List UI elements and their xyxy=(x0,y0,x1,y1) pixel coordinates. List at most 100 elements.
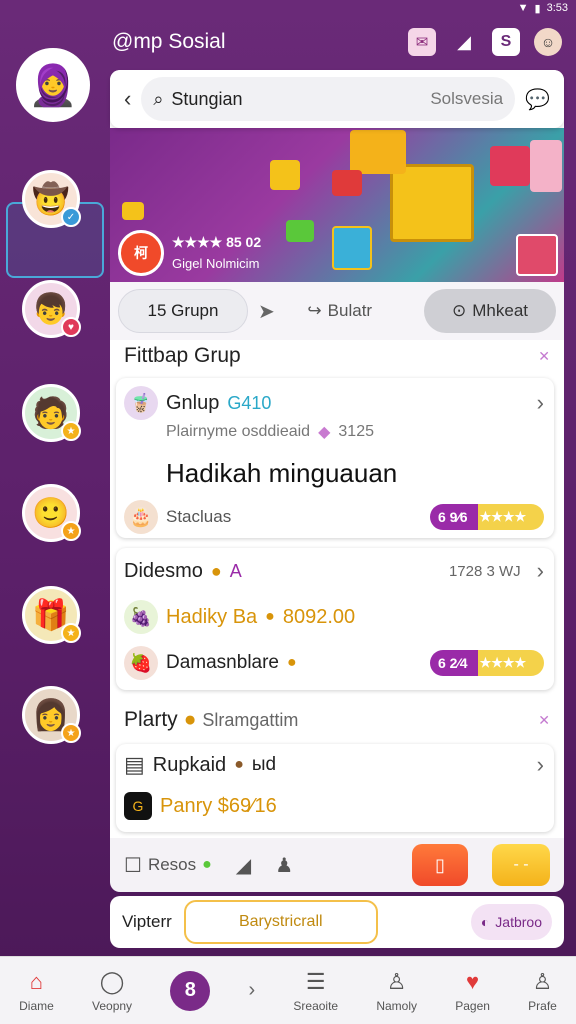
fruit-icon: 🍇 xyxy=(124,600,158,634)
card-line2: Damasnblare xyxy=(166,652,279,673)
search-hint: Solsvesia xyxy=(430,89,504,108)
list-icon: ☰ xyxy=(305,968,326,994)
avatar-contact-1[interactable]: 🤠 ✓ xyxy=(22,170,81,228)
status-bar: ▼ ▮ 3:53 xyxy=(518,0,568,16)
star-rating-icon: ★★★★ xyxy=(479,655,527,670)
cube-graphic xyxy=(286,220,314,242)
home-icon: ⌂ xyxy=(29,968,44,994)
rating-value: 6 2⁄4 xyxy=(438,655,468,671)
card-line1: Rupkaid xyxy=(152,753,227,776)
nav-item-home[interactable]: ⌂ Diame xyxy=(19,969,54,1013)
star-badge-icon: ★ xyxy=(61,521,81,541)
party-card[interactable]: ▤ Rupkaid ● ыd › G Panry $69⁄16 xyxy=(116,744,554,832)
banner-subtitle: Gigel Nolmicim xyxy=(172,256,260,271)
coin-icon: ● xyxy=(287,654,297,671)
nav-label: Diame xyxy=(19,998,54,1013)
nav-item-favorites[interactable]: ♥ Pagen xyxy=(455,969,490,1013)
group-card[interactable]: Didesmo ● A 1728 3 WJ › 🍇 Hadiky Ba ● 80… xyxy=(116,548,554,690)
avatar-main[interactable]: 🧕 xyxy=(16,48,90,122)
coin-icon: ● xyxy=(265,608,275,625)
card-desc: Plairnyme osddieaid xyxy=(166,423,311,440)
bottom-nav: ⌂ Diame ◯ Veopny 8 › ☰ Sreaoite ♙ Namoly… xyxy=(0,956,576,1024)
filter-row: 15 Grupn ➤ ↪ Bulatr ⊙ Mhkeat xyxy=(110,282,564,340)
section-subtitle: Slramgattim xyxy=(202,709,299,730)
nav-item-center[interactable]: 8 xyxy=(170,970,211,1011)
nav-label: Prafe xyxy=(528,998,557,1013)
chevron-right-icon[interactable]: › xyxy=(537,390,544,416)
avatar-contact-3[interactable]: 🧑 ★ xyxy=(22,384,81,442)
nav-label: Sreaoite xyxy=(293,998,339,1013)
strip-left-label: Vipterr xyxy=(122,912,172,931)
chevron-right-icon[interactable]: › xyxy=(537,752,544,778)
nav-item-people[interactable]: ♙ Namoly xyxy=(376,969,417,1013)
collapse-icon[interactable]: ✕ xyxy=(538,712,550,729)
rating-value: 6 9⁄6 xyxy=(438,509,468,525)
filter-chip-bulatr[interactable]: ↪ Bulatr xyxy=(285,289,395,333)
green-dot-icon: ● xyxy=(202,856,212,873)
filter-chip-mhkeat[interactable]: ⊙ Mhkeat xyxy=(424,289,556,333)
chevron-right-icon[interactable]: › xyxy=(537,558,544,584)
collapse-icon[interactable]: ✕ xyxy=(538,348,550,365)
badge-icon: ◐ xyxy=(480,914,490,930)
nav-item-profile[interactable]: ♙ Prafe xyxy=(528,969,557,1013)
bookmark-button[interactable]: ▯ xyxy=(412,844,468,886)
nav-item-chat[interactable]: ◯ Veopny xyxy=(92,969,132,1013)
avatar-contact-6[interactable]: 👩 ★ xyxy=(22,686,81,744)
message-icon[interactable]: ✉ xyxy=(408,28,436,56)
card-line1: Hadiky Ba xyxy=(166,605,258,628)
group-card[interactable]: 🧋 Gnlup G410 › Plairnyme osddieaid ◆ 312… xyxy=(116,378,554,538)
avatar-contact-5[interactable]: 🎁 ★ xyxy=(22,586,81,644)
heart-pin-icon: ♥ xyxy=(466,968,480,994)
section-title: Fittbap Grup xyxy=(124,344,241,367)
chat-bubble-icon: ◯ xyxy=(99,968,125,994)
nav-item-feed[interactable]: ☰ Sreaoite xyxy=(293,969,338,1013)
s-app-icon[interactable]: S xyxy=(492,28,520,56)
search-icon: ⌕ xyxy=(153,88,164,109)
card-header-row: Didesmo ● A 1728 3 WJ › xyxy=(124,558,544,584)
cube-graphic xyxy=(332,170,362,196)
battery-icon: ▮ xyxy=(534,2,541,15)
search-input[interactable]: ⌕ Stungian Solsvesia xyxy=(141,77,516,121)
strip-main-button[interactable]: Barystricrall xyxy=(183,900,378,944)
nav-label: Pagen xyxy=(455,998,490,1013)
signal-bars-icon: ◢ xyxy=(457,31,471,52)
avatar-contact-4[interactable]: 🙂 ★ xyxy=(22,484,81,542)
star-badge-icon: ★ xyxy=(61,623,81,643)
center-action-button: 8 xyxy=(170,970,211,1011)
strip-right-button[interactable]: ◐ Jatbroo xyxy=(470,904,552,940)
chat-icon[interactable]: 💬 xyxy=(525,87,550,112)
tag-icon[interactable]: ◢ xyxy=(236,853,251,878)
calendar-icon: ▤ xyxy=(124,752,145,777)
card-line-row: G Panry $69⁄16 xyxy=(124,792,544,820)
card-desc-row: Plairnyme osddieaid ◆ 3125 xyxy=(166,422,544,442)
section-title: Plarty xyxy=(124,708,178,731)
profile-icon: ♙ xyxy=(532,968,553,994)
more-button[interactable]: - - xyxy=(492,844,550,886)
promo-banner[interactable]: 柯 ★★★★ 85 02 Gigel Nolmicim xyxy=(110,128,564,282)
card-line1-suffix: ыd xyxy=(251,754,277,775)
card-status-row: 🎂 Stacluas 6 9⁄6 ★★★★ xyxy=(124,500,544,534)
cube-graphic xyxy=(270,160,300,190)
left-rail: 🧕 🤠 ✓ 👦 ♥ 🧑 ★ 🙂 ★ 🎁 ★ 👩 ★ xyxy=(0,40,104,950)
checkbox-icon[interactable]: ☐ xyxy=(124,853,142,878)
profile-avatar-icon[interactable]: ☺ xyxy=(534,28,562,56)
top-icons: ✉ ◢ S ☺ xyxy=(408,28,562,56)
card-title-accent: G410 xyxy=(227,392,272,413)
action-label: Resos xyxy=(147,855,197,874)
action-bar: ☐ Resos ● ◢ ♟ ▯ - - xyxy=(110,838,564,892)
fruit-icon: 🍓 xyxy=(124,646,158,680)
nav-label: Veopny xyxy=(92,998,133,1013)
banner-thumbnail[interactable] xyxy=(516,234,558,276)
share-icon: ↪ xyxy=(307,301,322,320)
filter-chip-groups[interactable]: 15 Grupn xyxy=(118,289,248,333)
card-line-row: 🍇 Hadiky Ba ● 8092.00 xyxy=(124,600,544,634)
back-icon[interactable]: ‹ xyxy=(124,86,131,112)
person-icon[interactable]: ♟ xyxy=(275,853,293,878)
cube-graphic xyxy=(332,226,372,270)
avatar-contact-2[interactable]: 👦 ♥ xyxy=(22,280,81,338)
card-title-accent: A xyxy=(229,560,242,581)
card-big-row: Hadikah minguauan xyxy=(166,458,544,489)
card-title: Didesmo xyxy=(124,559,203,582)
card-line-row: 🍓 Damasnblare ● 6 2⁄4 ★★★★ xyxy=(124,646,544,680)
person-icon: ♙ xyxy=(386,968,407,994)
